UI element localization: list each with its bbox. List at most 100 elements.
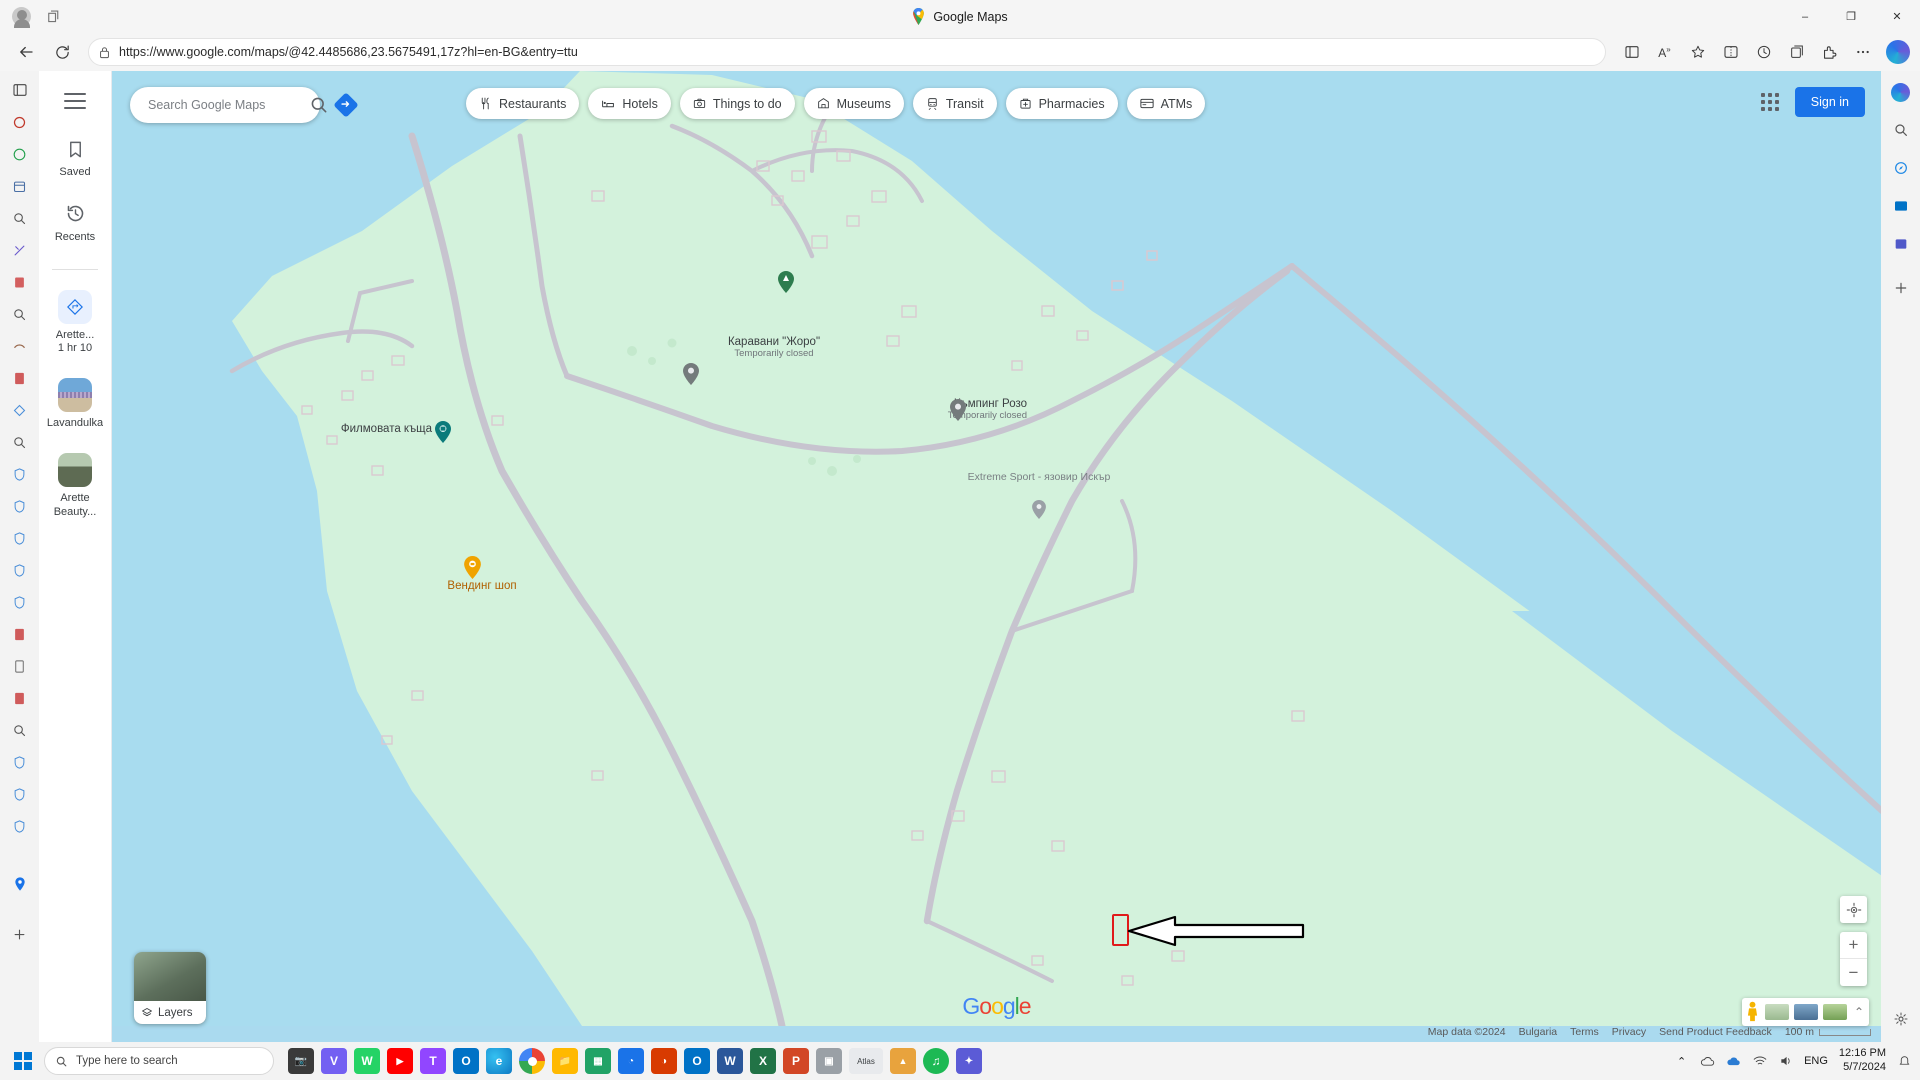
taskbar-app-spotify[interactable]: ♫	[923, 1048, 949, 1074]
privacy-link[interactable]: Privacy	[1612, 1026, 1646, 1038]
notification-icon[interactable]	[1897, 1054, 1912, 1069]
map-pin-extreme-sport[interactable]	[1032, 500, 1046, 519]
map-pin-vending-shop[interactable]	[464, 556, 481, 579]
rail-whatsapp-icon[interactable]	[7, 141, 33, 167]
taskbar-search[interactable]: Type here to search	[44, 1047, 274, 1075]
address-bar[interactable]: https://www.google.com/maps/@42.4485686,…	[88, 38, 1606, 66]
taskbar-app-excel[interactable]: X	[750, 1048, 776, 1074]
feedback-link[interactable]: Send Product Feedback	[1659, 1026, 1772, 1038]
history-toolbar-icon[interactable]	[1748, 37, 1779, 67]
rail-diamond-icon[interactable]	[7, 397, 33, 423]
right-search-icon[interactable]	[1888, 117, 1914, 143]
rail-maps-pin-icon[interactable]	[7, 871, 33, 897]
copilot-icon[interactable]	[1886, 40, 1910, 64]
expand-panel-icon[interactable]: ⌃	[1852, 1005, 1866, 1019]
close-button[interactable]: ✕	[1874, 0, 1920, 33]
maps-search-box[interactable]: ➜	[130, 87, 359, 123]
chip-hotels[interactable]: Hotels	[588, 88, 671, 119]
cloud-blue-icon[interactable]	[1726, 1054, 1741, 1069]
taskbar-app-powerpoint[interactable]: P	[783, 1048, 809, 1074]
place-label-vending-shop[interactable]: Вендинг шоп	[402, 580, 562, 592]
rail-shield5-icon[interactable]	[7, 589, 33, 615]
right-outlook-icon[interactable]	[1888, 193, 1914, 219]
sidebar-shortcut-lavandulka[interactable]: Lavandulka	[39, 378, 112, 431]
language-indicator[interactable]: ENG	[1804, 1055, 1828, 1067]
minimize-button[interactable]: –	[1782, 0, 1828, 33]
settings-more-icon[interactable]	[1847, 37, 1878, 67]
refresh-icon[interactable]	[46, 37, 78, 67]
taskbar-app-word[interactable]: W	[717, 1048, 743, 1074]
taskbar-app-viber[interactable]: V	[321, 1048, 347, 1074]
taskbar-app-chrome[interactable]	[519, 1048, 545, 1074]
map-pin-karavani[interactable]	[683, 363, 699, 385]
map-pin-filmovata[interactable]	[435, 421, 451, 443]
right-teams-icon[interactable]	[1888, 231, 1914, 257]
taskbar-app-file-explorer[interactable]: 📁	[552, 1048, 578, 1074]
chip-atms[interactable]: ATMs	[1126, 88, 1206, 119]
rail-shield6-icon[interactable]	[7, 749, 33, 775]
taskbar-app-twitch[interactable]: T	[420, 1048, 446, 1074]
taskbar-app-atlas[interactable]: Atlas	[849, 1048, 883, 1074]
taskbar-app-store[interactable]: ✦	[956, 1048, 982, 1074]
sidebar-shortcut-arette-beauty[interactable]: Arette Beauty...	[39, 452, 112, 520]
back-arrow-icon[interactable]	[10, 37, 42, 67]
network-icon[interactable]	[1752, 1054, 1767, 1069]
rail-shield4-icon[interactable]	[7, 557, 33, 583]
extensions-icon[interactable]	[1814, 37, 1845, 67]
terms-link[interactable]: Terms	[1570, 1026, 1599, 1038]
right-settings-icon[interactable]	[1888, 1006, 1914, 1032]
collections-icon[interactable]	[1781, 37, 1812, 67]
map-type-terrain[interactable]	[1822, 1004, 1847, 1020]
read-aloud-icon[interactable]: A»	[1649, 37, 1680, 67]
rail-brown-icon[interactable]	[7, 333, 33, 359]
tray-chevron-icon[interactable]: ⌃	[1674, 1054, 1689, 1069]
map-type-default[interactable]	[1764, 1004, 1789, 1020]
taskbar-app-clock[interactable]: ◔	[618, 1048, 644, 1074]
layers-button[interactable]: Layers	[134, 952, 206, 1024]
browser-essentials-icon[interactable]	[1715, 37, 1746, 67]
search-icon[interactable]	[309, 95, 329, 115]
taskbar-app-photos[interactable]: ▣	[816, 1048, 842, 1074]
rail-shield7-icon[interactable]	[7, 781, 33, 807]
map-canvas[interactable]: ➜ Restaurants Hotels Things to do	[112, 71, 1881, 1042]
rail-search-icon[interactable]	[7, 205, 33, 231]
rail-tools-icon[interactable]	[7, 237, 33, 263]
favorite-star-icon[interactable]	[1682, 37, 1713, 67]
rail-shield2-icon[interactable]	[7, 493, 33, 519]
chip-restaurants[interactable]: Restaurants	[466, 88, 580, 119]
chip-museums[interactable]: Museums	[803, 88, 904, 119]
taskbar-app-paint[interactable]: ◑	[651, 1048, 677, 1074]
place-label-karavani-zhoro[interactable]: Каравани "Жоро" Temporarily closed	[684, 336, 864, 359]
taskbar-app-whatsapp[interactable]: W	[354, 1048, 380, 1074]
rail-shield3-icon[interactable]	[7, 525, 33, 551]
rail-page-icon[interactable]	[7, 653, 33, 679]
active-tab[interactable]: Google Maps	[0, 0, 1920, 33]
menu-icon[interactable]	[64, 93, 86, 109]
rail-calendar-icon[interactable]	[7, 173, 33, 199]
rail-pin-red-icon[interactable]	[7, 109, 33, 135]
rail-search4-icon[interactable]	[7, 717, 33, 743]
rail-doc-red-icon[interactable]	[7, 365, 33, 391]
place-label-kamping-rozo[interactable]: Къмпинг Розо Temporarily closed	[867, 398, 1027, 421]
zoom-in-button[interactable]: +	[1840, 932, 1867, 959]
taskbar-app-edge[interactable]: e	[486, 1048, 512, 1074]
sidebar-shortcut-arette-directions[interactable]: Arette... 1 hr 10	[39, 289, 112, 357]
pegman-icon[interactable]	[1745, 1001, 1760, 1023]
chip-transit[interactable]: Transit	[912, 88, 997, 119]
taskbar-app-camera[interactable]: 📷	[288, 1048, 314, 1074]
directions-button[interactable]: ➜	[333, 92, 359, 118]
zoom-out-button[interactable]: −	[1840, 959, 1867, 986]
chip-things-to-do[interactable]: Things to do	[679, 88, 795, 119]
sidebar-item-recents[interactable]: Recents	[39, 202, 112, 245]
locate-me-button[interactable]	[1840, 896, 1867, 923]
taskbar-app-outlook2[interactable]: O	[684, 1048, 710, 1074]
rail-book-red-icon[interactable]	[7, 269, 33, 295]
rail-shield1-icon[interactable]	[7, 461, 33, 487]
place-label-extreme-sport[interactable]: Extreme Sport - язовир Искър	[964, 471, 1114, 484]
copilot-rail-icon[interactable]	[1888, 79, 1914, 105]
rail-add-icon[interactable]	[7, 921, 33, 947]
right-discover-icon[interactable]	[1888, 155, 1914, 181]
rail-search3-icon[interactable]	[7, 429, 33, 455]
clock[interactable]: 12:16 PM 5/7/2024	[1839, 1047, 1886, 1075]
rail-shield8-icon[interactable]	[7, 813, 33, 839]
